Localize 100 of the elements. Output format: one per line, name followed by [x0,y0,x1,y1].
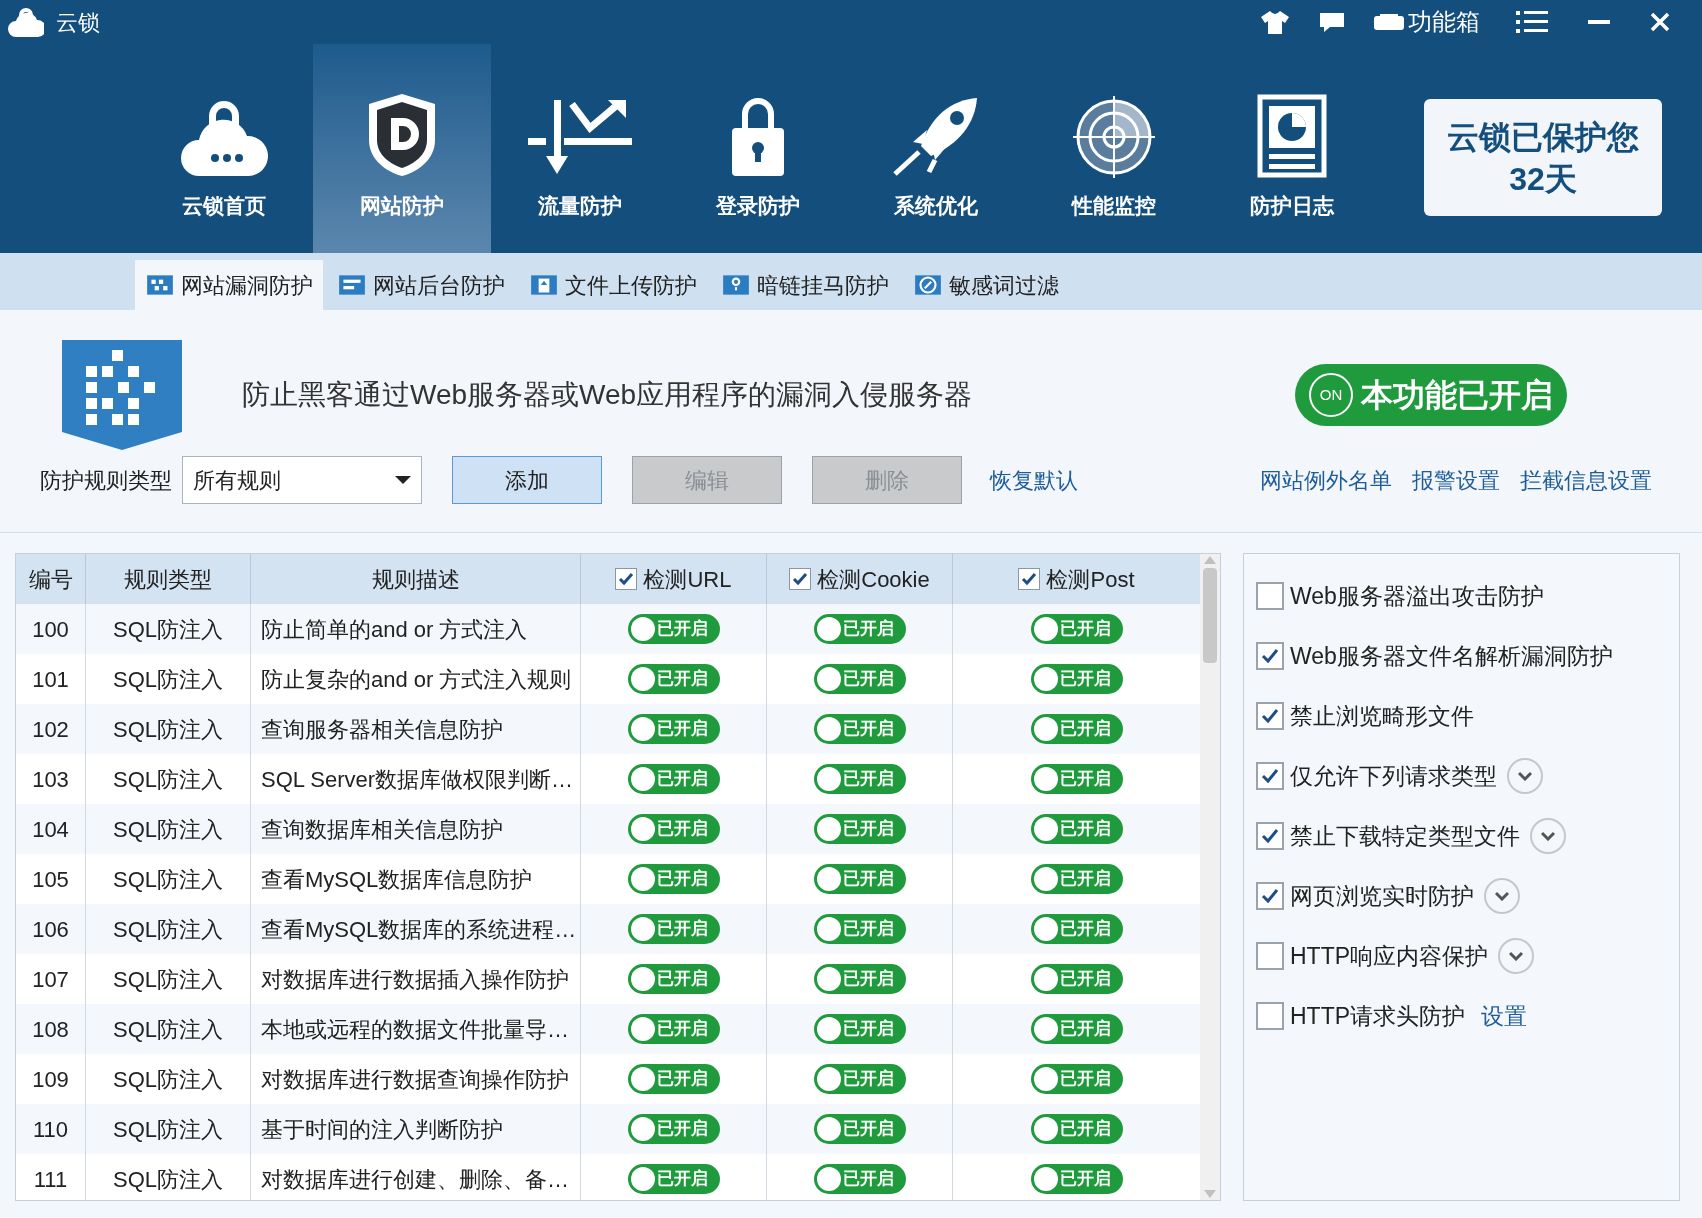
expand-icon[interactable] [1498,938,1535,974]
nav-tab[interactable]: 登录防护 [669,44,847,253]
checkbox[interactable] [1018,568,1041,590]
toggle-switch[interactable]: 已开启 [813,1064,906,1094]
shield-icon [367,91,437,178]
toggle-switch[interactable]: 已开启 [1030,764,1123,794]
box-icon [1374,14,1404,30]
checkbox[interactable] [789,568,812,590]
toggle-switch[interactable]: 已开启 [813,614,906,644]
toggle-switch[interactable]: 已开启 [627,1114,720,1144]
toggle-switch[interactable]: 已开启 [627,664,720,694]
toggle-switch[interactable]: 已开启 [813,664,906,694]
toggle-switch[interactable]: 已开启 [627,914,720,944]
column-header[interactable]: 检测Post [953,554,1200,604]
check-icon [1261,708,1279,724]
toggle-switch[interactable]: 已开启 [627,864,720,894]
option-label: 禁止下载特定类型文件 [1290,821,1520,851]
toggle-switch[interactable]: 已开启 [1030,1114,1123,1144]
toggle-switch[interactable]: 已开启 [813,1164,906,1194]
expand-icon[interactable] [1530,818,1566,854]
toggle-switch[interactable]: 已开启 [627,1014,720,1044]
feature-description: 防止黑客通过Web服务器或Web应用程序的漏洞入侵服务器 [242,378,974,412]
nav-tab[interactable]: 云锁首页 [135,44,313,253]
minimize-icon[interactable] [1588,19,1610,25]
chevron-icon [1541,831,1555,841]
restore-default-link[interactable]: 恢复默认 [990,463,1078,497]
nav-tab[interactable]: 防护日志 [1203,44,1381,253]
close-icon[interactable] [1650,12,1670,32]
check-icon [1261,828,1279,844]
nav-tab[interactable]: 性能监控 [1025,44,1203,253]
sub-tab[interactable]: 暗链挂马防护 [711,260,899,310]
toggle-switch[interactable]: 已开启 [813,814,906,844]
sub-tab[interactable]: 网站漏洞防护 [135,260,323,310]
settings-link[interactable]: 网站例外名单 [1260,463,1392,497]
toggle-switch[interactable]: 已开启 [1030,1014,1123,1044]
toggle-switch[interactable]: 已开启 [813,964,906,994]
checkbox[interactable] [615,568,638,590]
toggle-switch[interactable]: 已开启 [1030,1064,1123,1094]
checkbox[interactable] [1256,822,1284,850]
sub-tab[interactable]: 敏感词过滤 [903,260,1069,310]
check-icon [1261,768,1279,784]
sub-tab[interactable]: 网站后台防护 [327,260,515,310]
option-label: HTTP响应内容保护 [1290,941,1489,971]
chevron-icon [1518,771,1532,781]
checkbox[interactable] [1256,762,1284,790]
toggle-switch[interactable]: 已开启 [627,714,720,744]
menu-icon[interactable] [1516,10,1548,34]
rule-type-dropdown[interactable]: 所有规则 [182,456,422,504]
toggle-switch[interactable]: 已开启 [1030,614,1123,644]
report-document-icon [1257,93,1327,178]
checkbox[interactable] [1256,942,1284,970]
toggle-switch[interactable]: 已开启 [813,1114,906,1144]
toggle-switch[interactable]: 已开启 [1030,664,1123,694]
toolbox-button[interactable]: 功能箱 [1374,4,1480,40]
toggle-switch[interactable]: 已开启 [1030,914,1123,944]
toggle-switch[interactable]: 已开启 [627,764,720,794]
settings-link[interactable]: 设置 [1481,998,1528,1034]
nav-tab[interactable]: 流量防护 [491,44,669,253]
check-icon [1261,648,1279,664]
message-icon[interactable] [1318,10,1346,34]
scroll-thumb[interactable] [1203,568,1217,663]
column-label: 检测URL [643,565,732,594]
expand-icon[interactable] [1484,878,1520,914]
nav-tab[interactable]: 网站防护 [313,44,491,253]
checkbox[interactable] [1256,582,1284,610]
check-icon [618,572,635,586]
toggle-switch[interactable]: 已开启 [627,814,720,844]
column-label: 检测Cookie [817,565,930,594]
scrollbar[interactable] [1200,554,1220,1200]
toggle-switch[interactable]: 已开启 [627,964,720,994]
settings-link[interactable]: 拦截信息设置 [1520,463,1652,497]
nav-tab[interactable]: 系统优化 [847,44,1025,253]
toggle-switch[interactable]: 已开启 [1030,814,1123,844]
toggle-switch[interactable]: 已开启 [1030,964,1123,994]
vulnerability-icon [62,340,182,450]
toggle-switch[interactable]: 已开启 [813,914,906,944]
toggle-switch[interactable]: 已开启 [813,714,906,744]
checkbox[interactable] [1256,882,1284,910]
toggle-switch[interactable]: 已开启 [627,1064,720,1094]
option-label: 网页浏览实时防护 [1290,881,1474,911]
toggle-switch[interactable]: 已开启 [1030,1164,1123,1194]
shirt-icon[interactable] [1260,9,1290,35]
expand-icon[interactable] [1507,758,1543,794]
toggle-switch[interactable]: 已开启 [1030,864,1123,894]
caret-icon [395,475,411,485]
option-label: Web服务器溢出攻击防护 [1290,581,1544,611]
feature-switch[interactable]: ON 本功能已开启 [1295,364,1567,426]
toggle-switch[interactable]: 已开启 [1030,714,1123,744]
toggle-switch[interactable]: 已开启 [813,864,906,894]
option-label: 仅允许下列请求类型 [1290,761,1497,791]
toggle-switch[interactable]: 已开启 [627,614,720,644]
checkbox[interactable] [1256,702,1284,730]
checkbox[interactable] [1256,1002,1284,1030]
checkbox[interactable] [1256,642,1284,670]
action-button[interactable]: 添加 [452,456,602,504]
toggle-switch[interactable]: 已开启 [813,1014,906,1044]
sub-tab[interactable]: 文件上传防护 [519,260,707,310]
toggle-switch[interactable]: 已开启 [627,1164,720,1194]
settings-link[interactable]: 报警设置 [1412,463,1500,497]
toggle-switch[interactable]: 已开启 [813,764,906,794]
